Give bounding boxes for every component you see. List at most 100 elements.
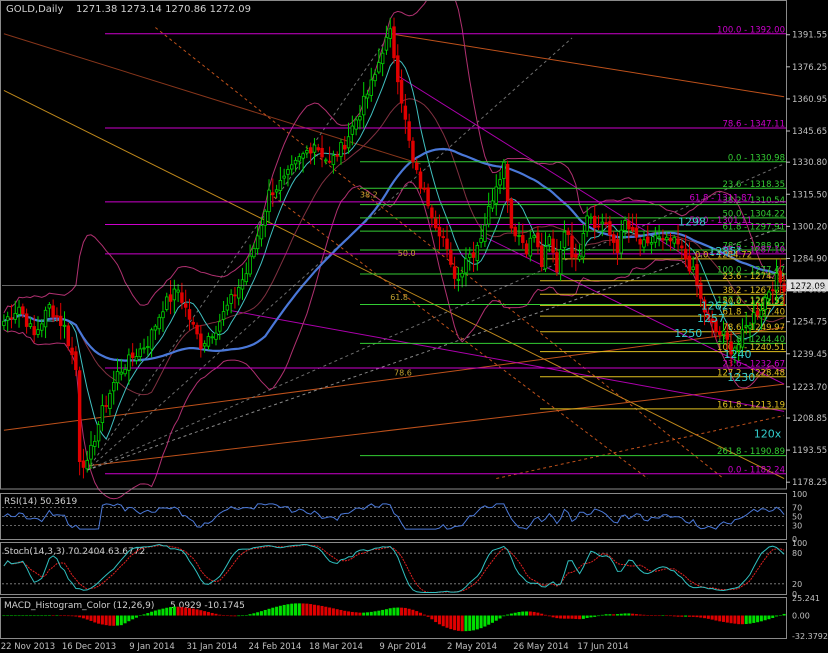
- price-annotation: 1262*: [701, 300, 735, 313]
- macd-histogram-bar: [422, 614, 426, 616]
- bear-candle: [627, 220, 631, 230]
- bull-candle: [324, 159, 328, 162]
- bull-candle: [218, 321, 222, 332]
- macd-histogram-bar: [487, 615, 491, 625]
- bull-candle: [464, 258, 468, 274]
- macd-histogram-bar: [449, 615, 453, 630]
- stoch-tick-label: 100: [792, 539, 807, 548]
- macd-histogram-bar: [108, 615, 112, 626]
- macd-histogram-bar: [407, 608, 411, 616]
- bull-candle: [142, 347, 146, 350]
- macd-histogram-bar: [51, 615, 55, 617]
- macd-histogram-bar: [460, 615, 464, 632]
- bull-candle: [475, 244, 480, 261]
- macd-histogram-bar: [233, 615, 237, 617]
- macd-histogram-bar: [373, 611, 377, 616]
- bear-candle: [233, 294, 237, 297]
- macd-histogram-bar: [203, 611, 207, 616]
- bear-candle: [74, 351, 78, 370]
- bull-candle: [361, 95, 366, 116]
- bull-candle: [134, 356, 139, 361]
- macd-histogram-bar: [97, 615, 101, 624]
- fib-level-label: 78.6 - 1347.11: [722, 119, 785, 129]
- macd-histogram-bar: [210, 612, 214, 616]
- bear-candle: [168, 294, 173, 302]
- macd-histogram-bar: [642, 614, 646, 616]
- macd-histogram-bar: [593, 615, 597, 617]
- macd-histogram-bar: [286, 604, 290, 616]
- bull-candle: [532, 235, 536, 239]
- macd-histogram-bar: [32, 615, 36, 617]
- y-tick-label: 1330.80: [792, 158, 827, 168]
- price-annotation: 1298: [678, 216, 706, 229]
- macd-histogram-bar: [2, 615, 6, 617]
- macd-histogram-bar: [153, 610, 157, 616]
- bull-candle: [498, 179, 502, 186]
- rsi-tick-label: 30: [792, 522, 802, 531]
- bull-candle: [763, 297, 767, 310]
- macd-histogram-bar: [604, 614, 608, 616]
- bull-candle: [17, 306, 21, 315]
- bull-candle: [479, 238, 483, 243]
- bull-candle: [748, 325, 752, 329]
- bull-candle: [47, 304, 52, 309]
- price-annotation: 1230: [727, 371, 755, 384]
- macd-histogram-bar: [116, 615, 120, 626]
- y-tick-label: 1239.45: [792, 350, 827, 360]
- bull-candle: [490, 200, 495, 209]
- trading-chart[interactable]: 100.0 - 1392.00 78.6 - 1347.11 0.0 - 1330.…: [0, 0, 828, 653]
- bear-candle: [9, 317, 14, 320]
- macd-histogram-bar: [384, 609, 388, 616]
- bull-candle: [373, 74, 377, 82]
- macd-histogram-bar: [472, 615, 476, 631]
- rsi-title: RSI(14) 50.3619: [4, 497, 77, 507]
- bull-candle: [365, 93, 370, 99]
- bull-candle: [354, 119, 358, 130]
- y-tick-label: 1376.25: [792, 63, 827, 73]
- bull-candle: [774, 273, 779, 291]
- bull-candle: [577, 255, 582, 260]
- bear-candle: [24, 313, 29, 327]
- bull-candle: [585, 215, 589, 232]
- bull-candle: [350, 125, 355, 135]
- bear-candle: [676, 238, 680, 245]
- bull-candle: [161, 311, 165, 319]
- macd-histogram-bar: [631, 613, 635, 616]
- bull-candle: [767, 291, 771, 300]
- macd-histogram-bar: [244, 615, 248, 616]
- macd-histogram-bar: [718, 615, 722, 622]
- bull-candle: [286, 169, 290, 175]
- bull-candle: [305, 150, 309, 154]
- macd-histogram-bar: [66, 615, 70, 617]
- macd-histogram-bar: [320, 605, 324, 616]
- macd-histogram-bar: [581, 615, 585, 619]
- macd-histogram-bar: [271, 607, 275, 616]
- bull-candle: [93, 440, 97, 447]
- bear-candle: [418, 171, 423, 189]
- macd-histogram-bar: [6, 615, 10, 617]
- macd-histogram-bar: [729, 615, 733, 624]
- macd-histogram-bar: [343, 610, 347, 616]
- macd-histogram-bar: [36, 615, 40, 617]
- fib-level-label: 61.8 - 1297.91: [722, 223, 785, 233]
- bear-candle: [392, 26, 396, 59]
- macd-histogram-bar: [25, 615, 29, 617]
- macd-histogram-bar: [104, 615, 108, 626]
- bull-candle: [657, 236, 661, 239]
- macd-histogram-bar: [725, 615, 729, 623]
- fib-ratio-label: 61.8: [390, 293, 408, 302]
- macd-histogram-bar: [597, 615, 601, 617]
- bear-candle: [524, 243, 529, 255]
- macd-histogram-bar: [672, 615, 676, 617]
- macd-histogram-bar: [782, 613, 786, 616]
- fib-level-label: 100.0 - 1392.00: [717, 25, 785, 35]
- bear-candle: [683, 248, 688, 260]
- macd-histogram-bar: [275, 606, 279, 616]
- macd-histogram-bar: [411, 609, 415, 616]
- macd-histogram-bar: [502, 615, 506, 617]
- price-annotation: 1240: [724, 348, 752, 361]
- macd-histogram-bar: [456, 615, 460, 631]
- macd-histogram-bar: [506, 614, 510, 616]
- fib-level-label: 0.0 - 1182.24: [728, 465, 785, 475]
- bull-candle: [290, 164, 294, 170]
